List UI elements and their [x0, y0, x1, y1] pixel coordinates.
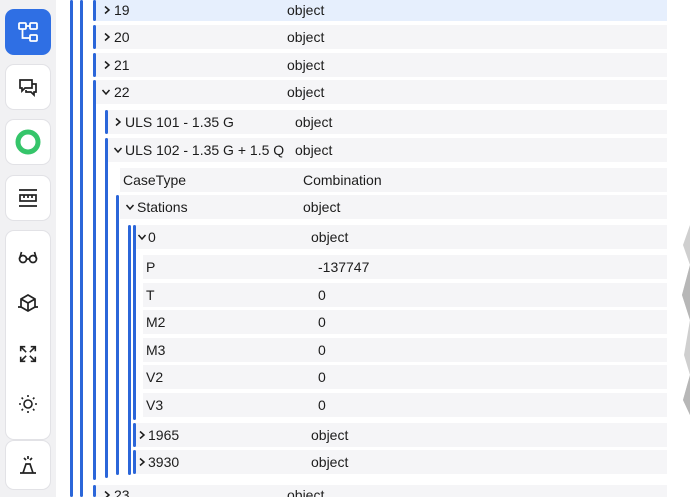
- node-key: ULS 101 - 1.35 G: [125, 114, 234, 130]
- node-key: 1965: [148, 427, 180, 443]
- chevron-down-icon[interactable]: [113, 145, 123, 155]
- node-key: 0: [148, 229, 156, 245]
- field-key: CaseType: [123, 172, 187, 188]
- chevron-right-icon[interactable]: [113, 117, 123, 127]
- chevron-right-icon[interactable]: [102, 60, 112, 70]
- field-value: 0: [318, 397, 326, 413]
- field-key: P: [146, 259, 156, 275]
- field-value: Combination: [303, 172, 382, 188]
- node-type: object: [295, 114, 333, 130]
- node-type: object: [311, 229, 349, 245]
- chevron-right-icon[interactable]: [137, 457, 147, 467]
- chevron-right-icon[interactable]: [102, 5, 112, 15]
- field-key: M3: [146, 342, 166, 358]
- node-key: 19: [114, 2, 130, 18]
- node-type: object: [311, 427, 349, 443]
- node-key: 3930: [148, 454, 180, 470]
- node-type: object: [287, 29, 325, 45]
- field-value: 0: [318, 342, 326, 358]
- node-type: object: [287, 487, 325, 497]
- viewport-edge: [682, 225, 690, 415]
- node-key: 21: [114, 57, 130, 73]
- chevron-right-icon[interactable]: [102, 32, 112, 42]
- field-key: M2: [146, 314, 166, 330]
- field-value: -137747: [318, 259, 370, 275]
- node-type: object: [303, 199, 341, 215]
- field-key: V2: [146, 369, 164, 385]
- chevron-right-icon[interactable]: [137, 430, 147, 440]
- field-value: 0: [318, 369, 326, 385]
- node-type: object: [287, 57, 325, 73]
- node-type: object: [311, 454, 349, 470]
- chevron-down-icon[interactable]: [125, 202, 135, 212]
- field-value: 0: [318, 314, 326, 330]
- node-key: 22: [114, 84, 130, 100]
- node-key: ULS 102 - 1.35 G + 1.5 Q: [125, 142, 285, 158]
- field-value: 0: [318, 287, 326, 303]
- node-key: Stations: [137, 199, 188, 215]
- node-key: 23: [114, 487, 130, 497]
- field-key: V3: [146, 397, 164, 413]
- node-type: object: [287, 2, 325, 18]
- node-type: object: [287, 84, 325, 100]
- field-key: T: [146, 287, 155, 303]
- chevron-right-icon[interactable]: [102, 490, 112, 497]
- node-key: 20: [114, 29, 130, 45]
- chevron-down-icon[interactable]: [137, 232, 147, 242]
- chevron-down-icon[interactable]: [101, 87, 111, 97]
- node-type: object: [295, 142, 333, 158]
